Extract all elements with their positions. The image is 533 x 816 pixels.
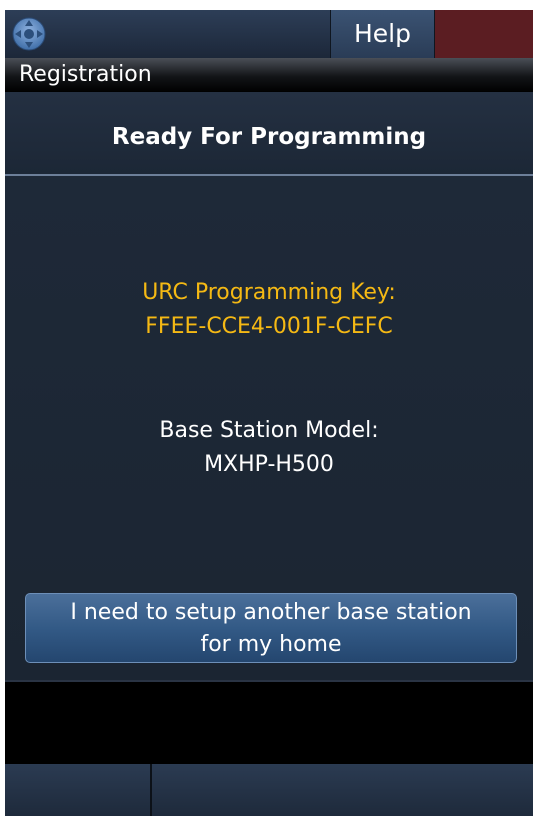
help-button[interactable]: Help	[330, 10, 435, 58]
section-bar: Registration	[5, 58, 533, 92]
section-title: Registration	[19, 62, 152, 87]
base-station-value: MXHP-H500	[204, 452, 334, 477]
bottom-tab-right[interactable]	[152, 764, 533, 816]
base-station-block: Base Station Model: MXHP-H500	[5, 414, 533, 482]
base-station-label: Base Station Model:	[159, 418, 379, 443]
remote-logo-icon	[12, 17, 46, 51]
status-title: Ready For Programming	[111, 124, 427, 150]
alert-button[interactable]	[435, 10, 533, 58]
programming-key-value: FFEE-CCE4-001F-CEFC	[145, 314, 393, 339]
setup-button-line1: I need to setup another base station	[70, 600, 472, 625]
programming-key-block: URC Programming Key: FFEE-CCE4-001F-CEFC	[5, 276, 533, 344]
top-bar: Help	[5, 10, 533, 58]
bottom-tab-left[interactable]	[5, 764, 152, 816]
device-screen: Help Registration Ready For Programming …	[5, 10, 533, 816]
content-panel: URC Programming Key: FFEE-CCE4-001F-CEFC…	[5, 176, 533, 680]
status-header: Ready For Programming	[5, 92, 533, 176]
programming-key-label: URC Programming Key:	[142, 280, 396, 305]
home-button[interactable]	[5, 10, 330, 58]
setup-button-line2: for my home	[200, 632, 342, 657]
message-panel	[5, 680, 533, 766]
setup-another-base-station-button[interactable]: I need to setup another base station for…	[25, 593, 517, 663]
bottom-bar	[5, 764, 533, 816]
